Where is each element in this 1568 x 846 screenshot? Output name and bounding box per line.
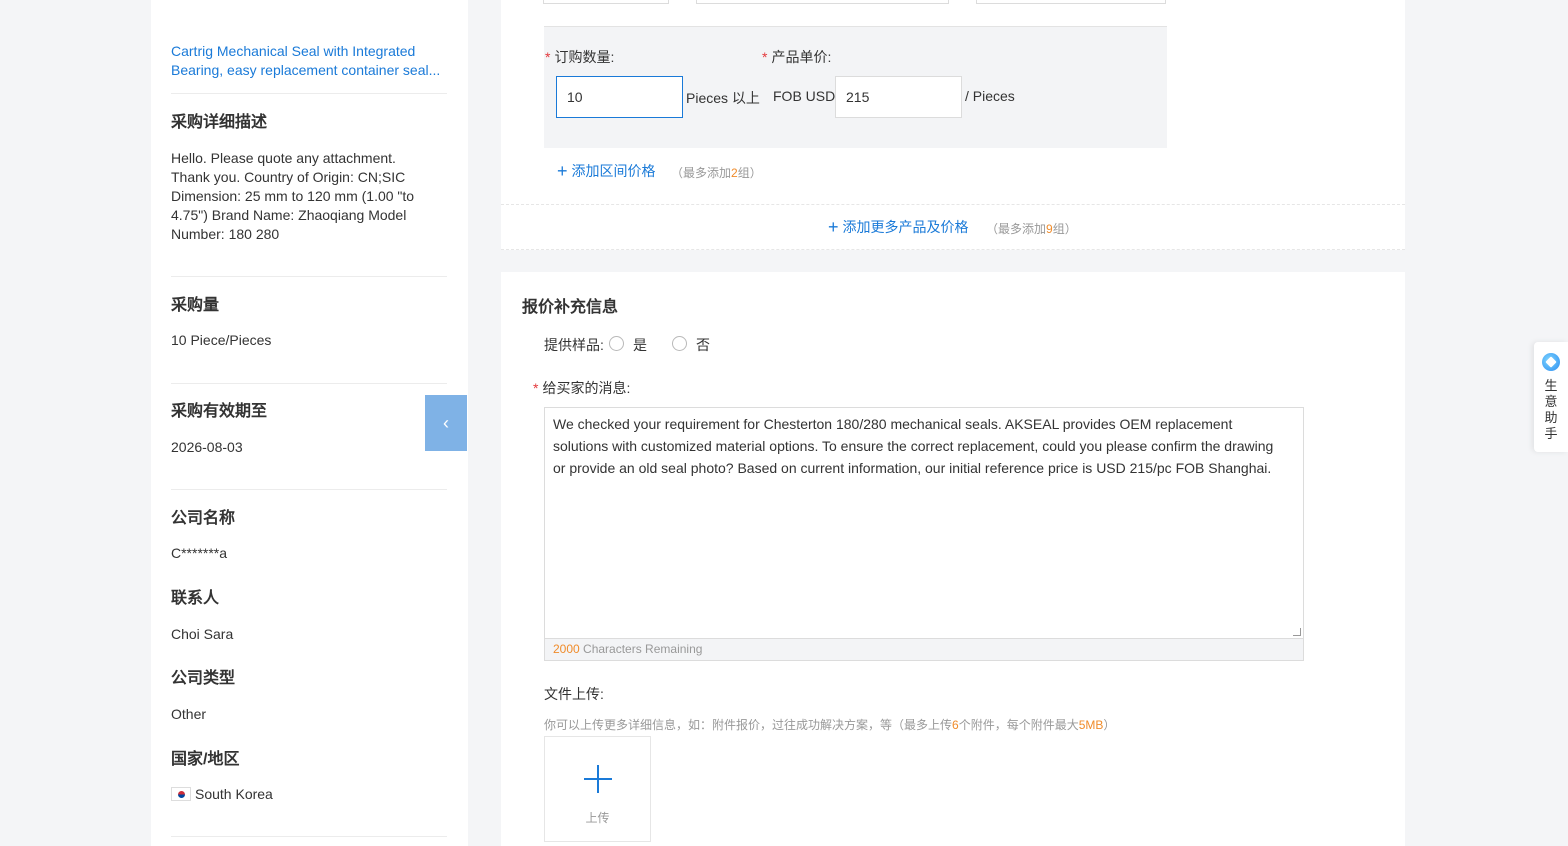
upload-label: 文件上传: <box>544 686 604 702</box>
hint-text: 你可以上传更多详细信息，如：附件报价，过往成功解决方案，等（最多上传 <box>544 718 953 732</box>
qty-unit: Pieces 以上 <box>686 90 760 106</box>
qty-label: * 订购数量: <box>545 47 614 67</box>
add-range-hint: （最多添加2组） <box>671 164 762 181</box>
company-type-title: 公司类型 <box>171 670 236 687</box>
add-more-products-link[interactable]: + 添加更多产品及价格 <box>828 217 969 238</box>
hint-text: ） <box>1103 718 1116 732</box>
hint-num: 6 <box>952 718 959 732</box>
sample-yes-label[interactable]: 是 <box>633 335 647 355</box>
divider <box>171 93 447 94</box>
hint-num: 9 <box>1046 222 1053 236</box>
hint-text: 组） <box>737 166 762 180</box>
upload-button-label: 上传 <box>585 811 610 825</box>
divider <box>171 276 447 277</box>
quantity-title: 采购量 <box>171 297 220 314</box>
divider <box>171 383 447 384</box>
input-stub <box>543 0 669 4</box>
assistant-icon <box>1542 353 1560 371</box>
product-link-line2[interactable]: Bearing, easy replacement container seal… <box>171 61 456 80</box>
characters-remaining: 2000 Characters Remaining <box>545 638 1303 660</box>
sample-no-radio[interactable] <box>672 336 687 351</box>
remaining-count: 2000 <box>553 642 580 656</box>
country-title: 国家/地区 <box>171 751 240 768</box>
add-range-price-label: 添加区间价格 <box>571 163 656 179</box>
business-assistant-button[interactable]: 生意助手 <box>1534 342 1568 452</box>
sample-label: 提供样品: <box>544 337 604 353</box>
plus-icon <box>584 765 612 793</box>
upload-button[interactable]: 上传 <box>544 736 651 842</box>
message-textarea[interactable]: We checked your requirement for Chestert… <box>544 407 1304 661</box>
price-label-text: 产品单价: <box>771 49 832 65</box>
add-more-products-label: 添加更多产品及价格 <box>842 219 969 235</box>
company-type-value: Other <box>171 706 207 722</box>
contact-title: 联系人 <box>171 590 220 607</box>
page: Cartrig Mechanical Seal with Integrated … <box>0 0 1568 846</box>
input-stub <box>976 0 1166 4</box>
detail-title: 采购详细描述 <box>171 114 268 131</box>
hint-num: 2 <box>731 166 738 180</box>
south-korea-flag-icon <box>171 787 191 801</box>
sample-no-label[interactable]: 否 <box>696 335 710 355</box>
assistant-label: 生意助手 <box>1544 378 1558 441</box>
unit-price-input[interactable]: 215 <box>835 76 962 118</box>
add-more-hint: （最多添加9组） <box>986 220 1077 237</box>
remaining-text: Characters Remaining <box>579 642 703 656</box>
product-link-line1[interactable]: Cartrig Mechanical Seal with Integrated <box>171 43 415 59</box>
message-label: * 给买家的消息: <box>533 378 630 398</box>
message-label-text: 给买家的消息: <box>542 380 631 396</box>
quantity-input[interactable]: 10 <box>556 76 683 118</box>
country-value: South Korea <box>195 786 273 802</box>
price-label: * 产品单价: <box>762 47 831 67</box>
collapse-sidebar-button[interactable]: ‹ <box>425 395 467 451</box>
hint-text: 组） <box>1052 222 1077 236</box>
supplement-title: 报价补充信息 <box>522 299 619 316</box>
valid-value: 2026-08-03 <box>171 439 243 455</box>
hint-text: （最多添加 <box>671 166 732 180</box>
hint-num: 5MB <box>1078 718 1104 732</box>
hint-text: （最多添加 <box>986 222 1047 236</box>
company-value: C*******a <box>171 545 228 561</box>
sample-yes-radio[interactable] <box>609 336 624 351</box>
plus-icon: + <box>828 217 839 237</box>
country-row: South Korea <box>171 785 431 804</box>
plus-icon: + <box>557 161 568 181</box>
contact-value: Choi Sara <box>171 626 234 642</box>
required-mark: * <box>545 49 551 65</box>
sidebar: Cartrig Mechanical Seal with Integrated … <box>151 0 468 846</box>
quantity-value: 10 Piece/Pieces <box>171 332 272 348</box>
divider <box>171 489 447 490</box>
message-text[interactable]: We checked your requirement for Chestert… <box>553 413 1288 479</box>
divider <box>171 836 447 837</box>
product-link[interactable]: Cartrig Mechanical Seal with Integrated … <box>171 42 456 80</box>
valid-title: 采购有效期至 <box>171 403 268 420</box>
detail-text: Hello. Please quote any attachment. Than… <box>171 150 415 242</box>
add-range-price-link[interactable]: + 添加区间价格 <box>557 161 656 182</box>
upload-hint: 你可以上传更多详细信息，如：附件报价，过往成功解决方案，等（最多上传6个附件，每… <box>544 716 1115 733</box>
qty-label-text: 订购数量: <box>554 49 615 65</box>
required-mark: * <box>762 49 768 65</box>
hint-text: 个附件，每个附件最大 <box>958 718 1079 732</box>
chevron-left-icon: ‹ <box>443 412 449 433</box>
price-unit: / Pieces <box>965 88 1015 104</box>
required-mark: * <box>533 380 539 396</box>
input-stub <box>696 0 949 4</box>
company-title: 公司名称 <box>171 510 236 527</box>
resize-handle-icon[interactable] <box>1293 628 1301 636</box>
currency-label: FOB USD <box>773 88 836 104</box>
